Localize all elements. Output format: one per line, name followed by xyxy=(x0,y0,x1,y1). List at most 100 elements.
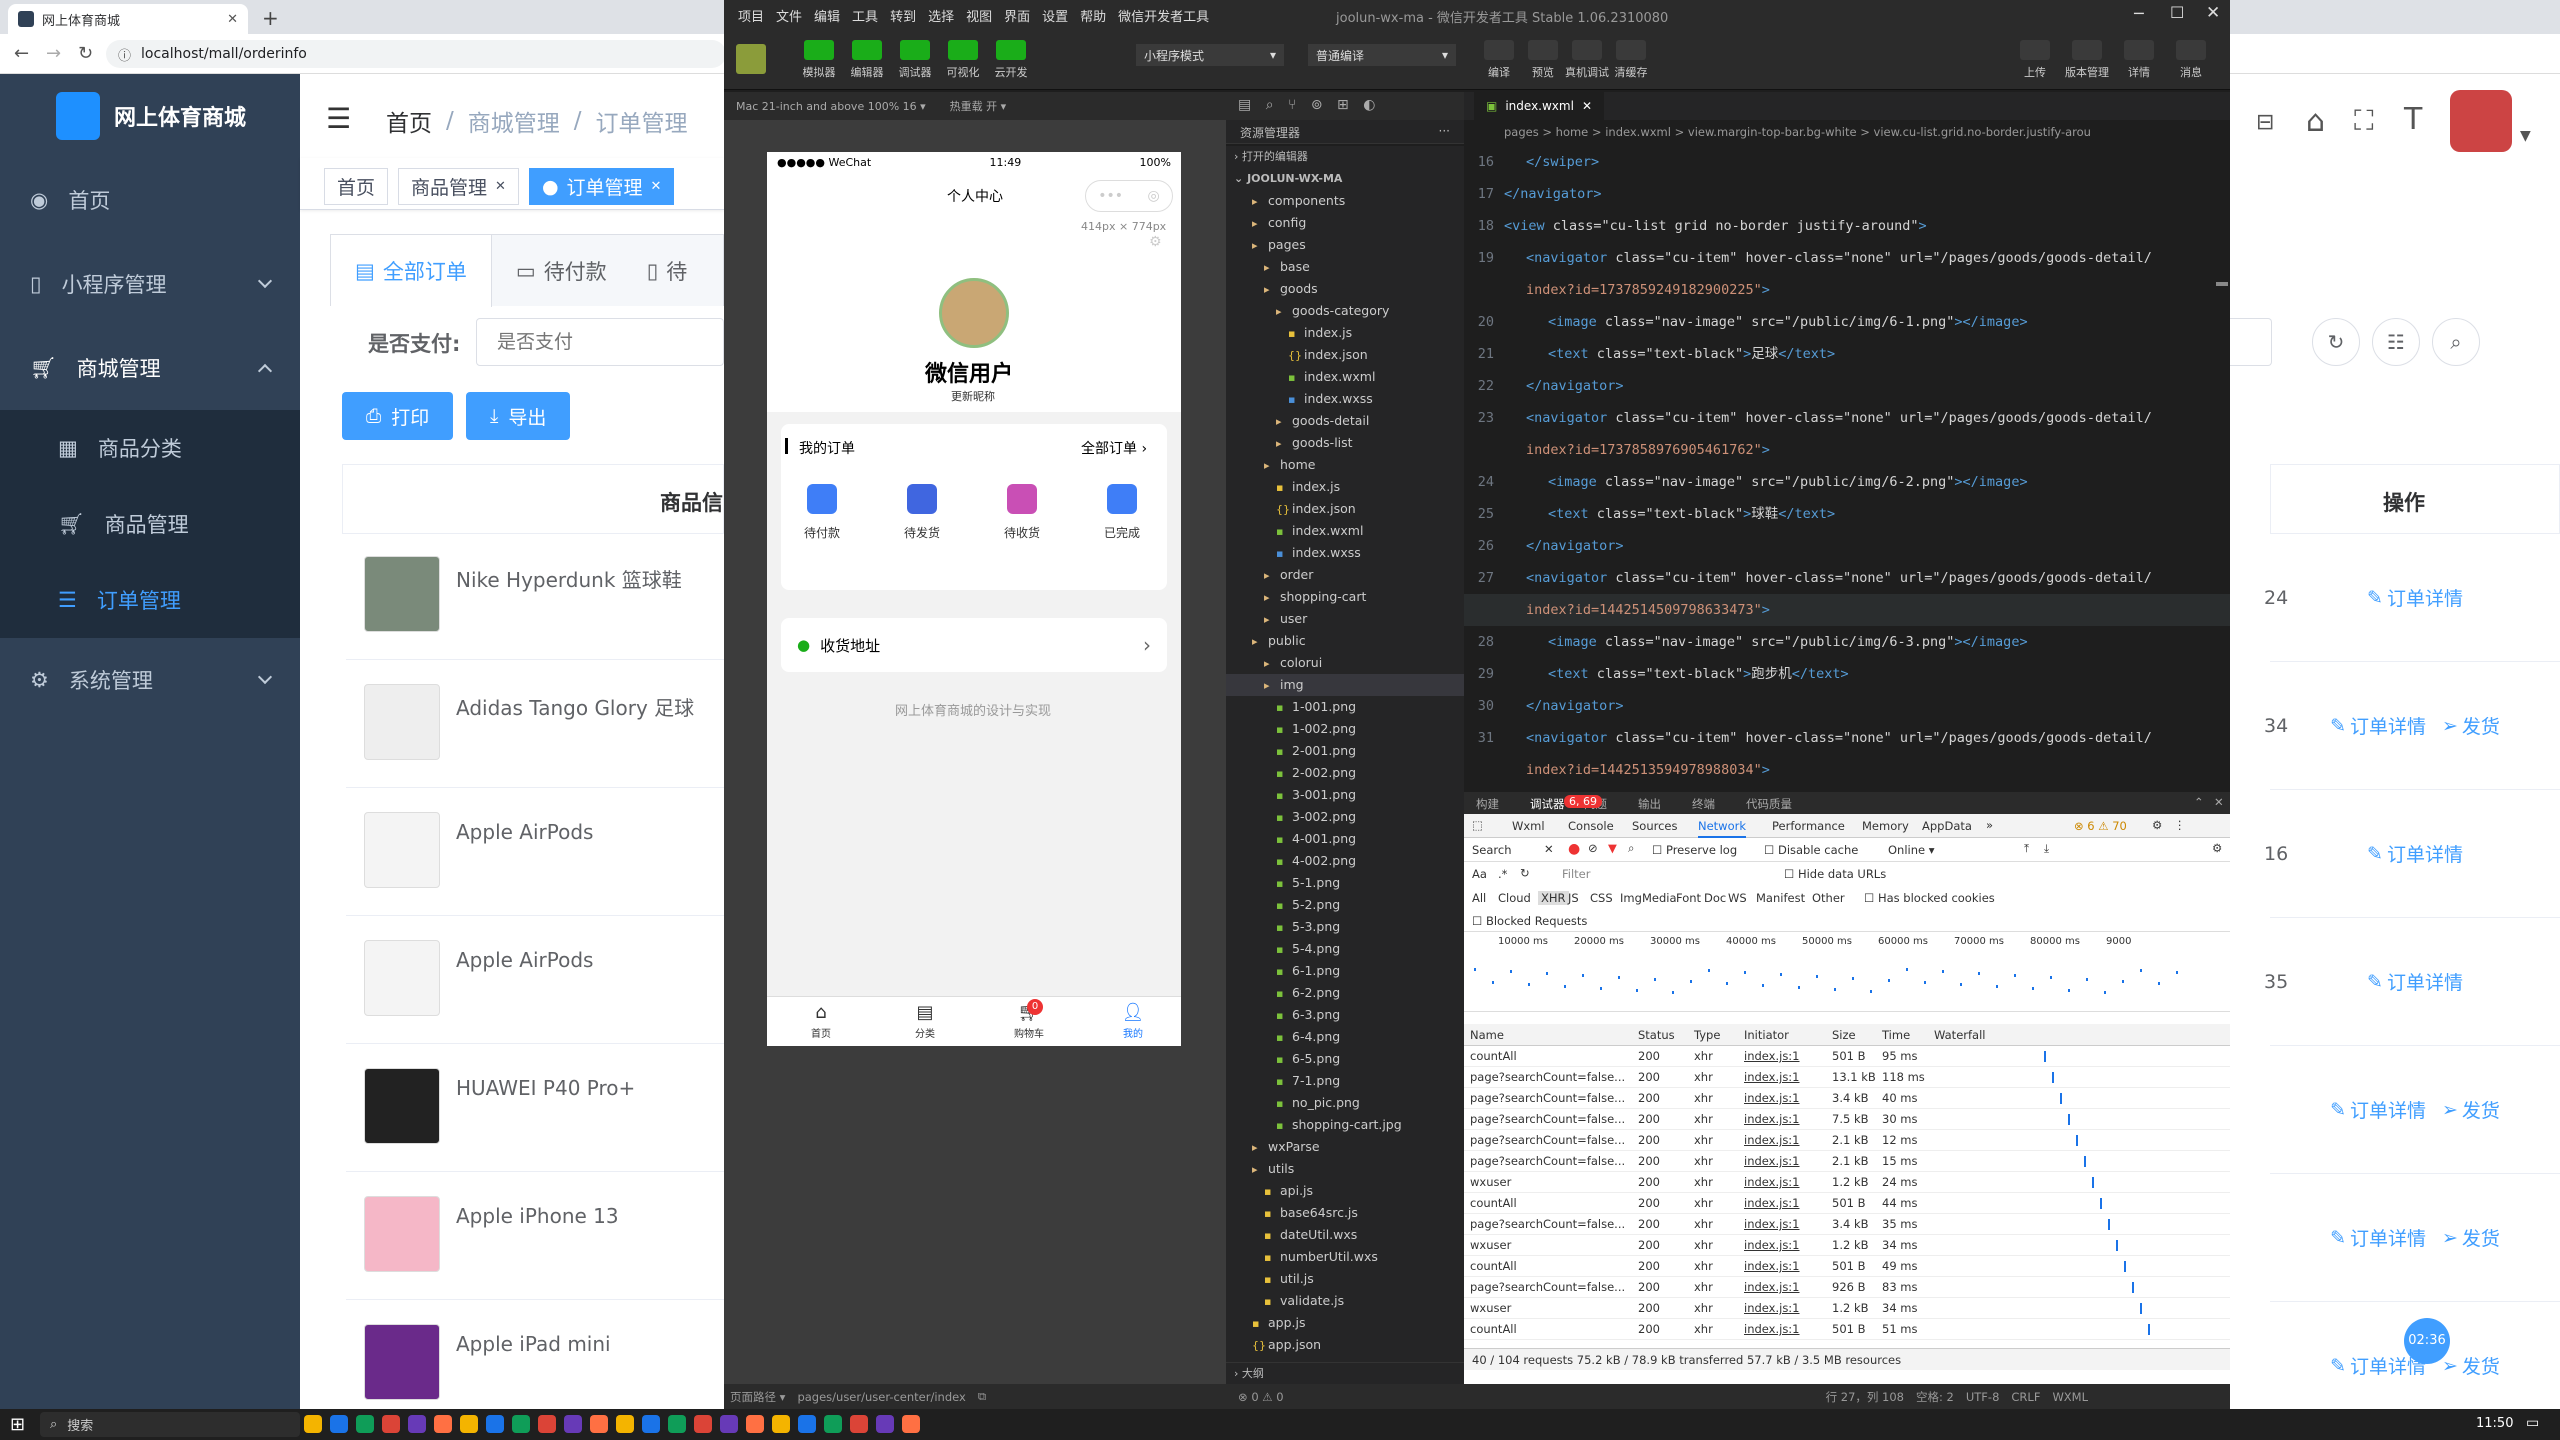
file-item[interactable]: ▪ 6-2.png xyxy=(1226,982,1464,1004)
taskbar-app-icon[interactable] xyxy=(850,1415,868,1433)
file-item[interactable]: ▪ no_pic.png xyxy=(1226,1092,1464,1114)
file-item[interactable]: ▪ index.wxml xyxy=(1226,366,1464,388)
fullscreen-icon[interactable]: ⛶ xyxy=(2354,104,2374,138)
debug-icon[interactable]: ⊚ xyxy=(1311,97,1323,113)
menu-item[interactable]: 工具 xyxy=(852,6,878,25)
file-item[interactable]: ▪ 5-4.png xyxy=(1226,938,1464,960)
order-status-item[interactable]: 待付款 xyxy=(787,484,857,541)
breadcrumb-item[interactable]: 首页 xyxy=(386,104,432,138)
request-row[interactable]: countAll 200 xhr index.js:1 501 B 51 ms xyxy=(1464,1319,2230,1340)
gear-icon[interactable]: ⚙ xyxy=(2152,818,2162,832)
more-icon[interactable]: ••• xyxy=(1098,188,1123,204)
clock[interactable]: 11:50 xyxy=(2476,1416,2513,1431)
line-ending[interactable]: CRLF xyxy=(2011,1390,2040,1404)
panel-tab[interactable]: Sources xyxy=(1632,819,1678,833)
file-item[interactable]: ▪ index.wxss xyxy=(1226,388,1464,410)
ship-link[interactable]: ➢ 发货 xyxy=(2442,1352,2500,1379)
inspect-icon[interactable]: ⬚ xyxy=(1472,818,1483,832)
taskbar-app-icon[interactable] xyxy=(330,1415,348,1433)
editor-scrollbar[interactable] xyxy=(2216,282,2228,286)
tag-goods[interactable]: 商品管理 ✕ xyxy=(398,168,519,205)
editor-tab[interactable]: ▣ index.wxml ✕ xyxy=(1474,92,1604,120)
close-icon[interactable]: ✕ xyxy=(2214,795,2224,809)
columns-icon[interactable]: ☷ xyxy=(2372,318,2420,366)
more-icon[interactable]: ··· xyxy=(1439,124,1450,138)
toolbar-button[interactable]: 调试器 xyxy=(890,40,940,80)
type-filter[interactable]: CSS xyxy=(1590,891,1613,905)
panel-tab[interactable]: Network xyxy=(1698,819,1747,838)
mode-select[interactable]: 小程序模式 ▾ xyxy=(1136,44,1284,66)
menu-item[interactable]: 帮助 xyxy=(1080,6,1106,25)
settings-icon[interactable]: ⚙ xyxy=(1149,234,1162,250)
folder-item[interactable]: ▸ goods-category xyxy=(1226,300,1464,322)
column-header[interactable]: Initiator xyxy=(1744,1028,1789,1042)
menu-item[interactable]: 微信开发者工具 xyxy=(1118,6,1209,25)
taskbar-app-icon[interactable] xyxy=(746,1415,764,1433)
column-header[interactable]: Size xyxy=(1832,1028,1856,1042)
sidebar-logo[interactable]: 网上体育商城 xyxy=(0,74,300,158)
menu-item[interactable]: 项目 xyxy=(738,6,764,25)
file-item[interactable]: {} index.json xyxy=(1226,344,1464,366)
files-icon[interactable]: ▤ xyxy=(1238,97,1251,113)
device-select[interactable]: Mac 21-inch and above 100% 16 ▾ xyxy=(736,100,926,113)
order-detail-link[interactable]: ✎ 订单详情 xyxy=(2330,1096,2426,1123)
file-item[interactable]: ▪ shopping-cart.jpg xyxy=(1226,1114,1464,1136)
blocked-cookies-checkbox[interactable]: ☐ Has blocked cookies xyxy=(1864,891,1995,905)
folder-item[interactable]: ▸ shopping-cart xyxy=(1226,586,1464,608)
scroll-timer-badge[interactable]: 02:36 xyxy=(2404,1318,2450,1364)
account-tool-button[interactable]: 消息 xyxy=(2166,40,2216,80)
file-item[interactable]: ▪ util.js xyxy=(1226,1268,1464,1290)
project-avatar[interactable] xyxy=(736,44,766,74)
target-icon[interactable]: ◎ xyxy=(1148,188,1160,204)
copy-icon[interactable]: ⧉ xyxy=(978,1389,986,1404)
debug-tab[interactable]: 调试器 xyxy=(1530,796,1565,812)
browser-tab[interactable]: 网上体育商城 ✕ xyxy=(8,4,248,34)
file-item[interactable]: ▪ api.js xyxy=(1226,1180,1464,1202)
taskbar-app-icon[interactable] xyxy=(798,1415,816,1433)
folder-item[interactable]: ▸ base xyxy=(1226,256,1464,278)
panel-tab[interactable]: AppData xyxy=(1922,819,1972,833)
sidebar-sub-orders[interactable]: ☰ 订单管理 xyxy=(0,562,300,638)
folder-item[interactable]: ▸ home xyxy=(1226,454,1464,476)
file-item[interactable]: ▪ 6-4.png xyxy=(1226,1026,1464,1048)
file-item[interactable]: ▪ 4-002.png xyxy=(1226,850,1464,872)
menu-item[interactable]: 文件 xyxy=(776,6,802,25)
type-filter[interactable]: XHR xyxy=(1538,891,1569,905)
maximize-icon[interactable]: ☐ xyxy=(2170,3,2184,22)
compile-select[interactable]: 普通编译 ▾ xyxy=(1308,44,1456,66)
debug-tab[interactable]: 终端 xyxy=(1692,796,1715,812)
compile-tool-button[interactable]: 真机调试 xyxy=(1562,40,1612,80)
panel-tab[interactable]: Memory xyxy=(1862,819,1909,833)
request-row[interactable]: page?searchCount=false... 200 xhr index.js:… xyxy=(1464,1277,2230,1298)
ship-link[interactable]: ➢ 发货 xyxy=(2442,1096,2500,1123)
order-detail-link[interactable]: ✎ 订单详情 xyxy=(2367,840,2463,867)
taskbar-app-icon[interactable] xyxy=(382,1415,400,1433)
folder-item[interactable]: ▸ utils xyxy=(1226,1158,1464,1180)
folder-item[interactable]: ▸ user xyxy=(1226,608,1464,630)
clear-icon[interactable]: ⊘ xyxy=(1588,841,1598,855)
debug-tab[interactable]: 构建 xyxy=(1476,796,1499,812)
sidebar-sub-category[interactable]: ▦ 商品分类 xyxy=(0,410,300,486)
request-row[interactable]: wxuser 200 xhr index.js:1 1.2 kB 34 ms xyxy=(1464,1235,2230,1256)
type-filter[interactable]: Manifest xyxy=(1756,891,1805,905)
close-icon[interactable]: ✕ xyxy=(2206,3,2220,23)
ship-link[interactable]: ➢ 发货 xyxy=(2442,1224,2500,1251)
search-icon[interactable]: ⌕ xyxy=(2432,318,2480,366)
column-header[interactable]: Waterfall xyxy=(1934,1028,1985,1042)
type-filter[interactable]: Font xyxy=(1676,891,1701,905)
opened-editors-section[interactable]: › 打开的编辑器 xyxy=(1226,146,1464,168)
filter-icon[interactable]: ▼ xyxy=(1608,841,1617,855)
tag-orders[interactable]: ● 订单管理 ✕ xyxy=(528,168,675,205)
filter-input[interactable]: Filter xyxy=(1562,867,1590,881)
file-item[interactable]: ▪ 6-1.png xyxy=(1226,960,1464,982)
toolbar-button[interactable]: 可视化 xyxy=(938,40,988,80)
reload-icon[interactable]: ↻ xyxy=(78,43,93,64)
taskbar-app-icon[interactable] xyxy=(304,1415,322,1433)
capsule-menu[interactable]: ••• ◎ xyxy=(1085,180,1173,212)
file-item[interactable]: ▪ numberUtil.wxs xyxy=(1226,1246,1464,1268)
file-item[interactable]: ▪ index.js xyxy=(1226,322,1464,344)
toggle-icon[interactable]: ◐ xyxy=(1363,97,1375,113)
request-row[interactable]: countAll 200 xhr index.js:1 501 B 49 ms xyxy=(1464,1256,2230,1277)
type-filter[interactable]: Img xyxy=(1620,891,1642,905)
account-tool-button[interactable]: 详情 xyxy=(2114,40,2164,80)
